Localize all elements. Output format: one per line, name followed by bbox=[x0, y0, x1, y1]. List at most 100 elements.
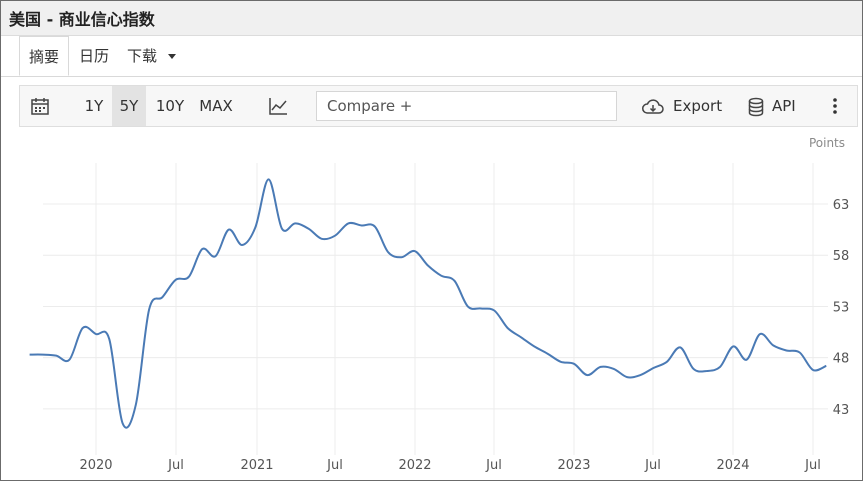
data-point[interactable] bbox=[491, 308, 497, 314]
export-button[interactable]: Export bbox=[641, 86, 722, 126]
range-5y-button[interactable]: 5Y bbox=[112, 86, 146, 126]
x-tick-label: 2020 bbox=[79, 458, 112, 473]
series-line bbox=[29, 178, 827, 429]
data-point[interactable] bbox=[93, 331, 99, 337]
data-point[interactable] bbox=[133, 402, 139, 408]
api-label: API bbox=[772, 97, 796, 115]
data-point[interactable] bbox=[359, 223, 365, 229]
data-point[interactable] bbox=[412, 248, 418, 254]
x-tick-label: 2021 bbox=[240, 458, 273, 473]
data-point[interactable] bbox=[810, 367, 816, 373]
data-point[interactable] bbox=[120, 420, 126, 426]
calendar-icon[interactable] bbox=[30, 96, 50, 116]
data-point[interactable] bbox=[345, 220, 351, 226]
data-point[interactable] bbox=[305, 226, 311, 232]
data-point[interactable] bbox=[465, 303, 471, 309]
data-point[interactable] bbox=[252, 225, 258, 231]
line-chart-icon[interactable] bbox=[268, 96, 288, 116]
range-max-button[interactable]: MAX bbox=[195, 86, 237, 126]
x-tick-label: 2022 bbox=[398, 458, 431, 473]
y-tick-label: 58 bbox=[833, 249, 850, 264]
data-point[interactable] bbox=[757, 331, 763, 337]
data-point[interactable] bbox=[452, 278, 458, 284]
data-point[interactable] bbox=[571, 361, 577, 367]
data-point[interactable] bbox=[544, 351, 550, 357]
x-tick-label: 2024 bbox=[716, 458, 749, 473]
data-point[interactable] bbox=[279, 226, 285, 232]
data-point[interactable] bbox=[598, 364, 604, 370]
page-title: 美国 - 商业信心指数 bbox=[9, 10, 155, 29]
x-tick-label: Jul bbox=[644, 458, 661, 473]
data-point[interactable] bbox=[744, 357, 750, 363]
data-point[interactable] bbox=[704, 368, 710, 374]
data-point[interactable] bbox=[611, 366, 617, 372]
data-point[interactable] bbox=[797, 350, 803, 356]
data-point[interactable] bbox=[558, 359, 564, 365]
caret-down-icon bbox=[167, 54, 176, 59]
data-point[interactable] bbox=[717, 364, 723, 370]
data-point[interactable] bbox=[292, 220, 298, 226]
chart-area: 43 48 53 58 63 2020 Jul 2021 Jul 2022 Jul 2023 Jul 20… bbox=[27, 163, 850, 473]
data-point[interactable] bbox=[106, 336, 112, 342]
data-point[interactable] bbox=[80, 325, 86, 331]
data-point[interactable] bbox=[53, 353, 59, 359]
data-point[interactable] bbox=[213, 253, 219, 259]
chart-toolbar: 1Y 5Y 10Y MAX Compare + Export API bbox=[19, 85, 858, 127]
data-point[interactable] bbox=[505, 325, 511, 331]
x-tick-label: Jul bbox=[804, 458, 821, 473]
y-tick-label: 43 bbox=[833, 403, 850, 418]
data-point[interactable] bbox=[624, 374, 630, 380]
data-point[interactable] bbox=[66, 357, 72, 363]
more-options-icon[interactable] bbox=[832, 98, 838, 114]
data-point[interactable] bbox=[651, 365, 657, 371]
data-point[interactable] bbox=[823, 363, 829, 369]
y-tick-label: 53 bbox=[833, 300, 850, 315]
data-point[interactable] bbox=[372, 224, 378, 230]
x-tick-label: Jul bbox=[167, 458, 184, 473]
title-bar: 美国 - 商业信心指数 bbox=[1, 1, 862, 36]
data-point[interactable] bbox=[518, 334, 524, 340]
tab-download-label: 下载 bbox=[127, 47, 158, 65]
data-point[interactable] bbox=[770, 342, 776, 348]
tab-bar: 摘要 日历 下载 bbox=[1, 36, 862, 76]
data-point[interactable] bbox=[27, 352, 33, 358]
compare-input[interactable]: Compare + bbox=[316, 91, 617, 121]
data-point[interactable] bbox=[385, 249, 391, 255]
data-point[interactable] bbox=[199, 246, 205, 252]
data-point[interactable] bbox=[159, 294, 165, 300]
api-button[interactable]: API bbox=[748, 86, 796, 126]
data-point[interactable] bbox=[664, 359, 670, 365]
data-point[interactable] bbox=[332, 233, 338, 239]
data-point[interactable] bbox=[146, 307, 152, 313]
data-point[interactable] bbox=[637, 372, 643, 378]
range-1y-button[interactable]: 1Y bbox=[78, 86, 110, 126]
tab-download[interactable]: 下载 bbox=[127, 36, 176, 76]
data-point[interactable] bbox=[266, 176, 272, 182]
y-tick-label: 48 bbox=[833, 352, 850, 367]
data-point[interactable] bbox=[691, 366, 697, 372]
data-point[interactable] bbox=[173, 277, 179, 283]
data-point[interactable] bbox=[531, 343, 537, 349]
tab-calendar[interactable]: 日历 bbox=[79, 36, 109, 76]
database-icon bbox=[748, 97, 764, 117]
data-point[interactable] bbox=[783, 348, 789, 354]
x-tick-label: Jul bbox=[485, 458, 502, 473]
y-tick-label: 63 bbox=[833, 198, 850, 213]
range-10y-button[interactable]: 10Y bbox=[151, 86, 189, 126]
data-point[interactable] bbox=[730, 343, 736, 349]
data-point[interactable] bbox=[438, 273, 444, 279]
data-point[interactable] bbox=[425, 263, 431, 269]
data-point[interactable] bbox=[40, 352, 46, 358]
data-point[interactable] bbox=[226, 227, 232, 233]
tab-divider bbox=[1, 76, 862, 77]
data-point[interactable] bbox=[186, 274, 192, 280]
data-point[interactable] bbox=[478, 306, 484, 312]
tab-summary[interactable]: 摘要 bbox=[19, 36, 69, 76]
export-label: Export bbox=[673, 97, 723, 115]
cloud-download-icon bbox=[641, 98, 665, 116]
data-point[interactable] bbox=[319, 236, 325, 242]
data-point[interactable] bbox=[398, 254, 404, 260]
data-point[interactable] bbox=[584, 372, 590, 378]
data-point[interactable] bbox=[239, 242, 245, 248]
data-point[interactable] bbox=[677, 344, 683, 350]
